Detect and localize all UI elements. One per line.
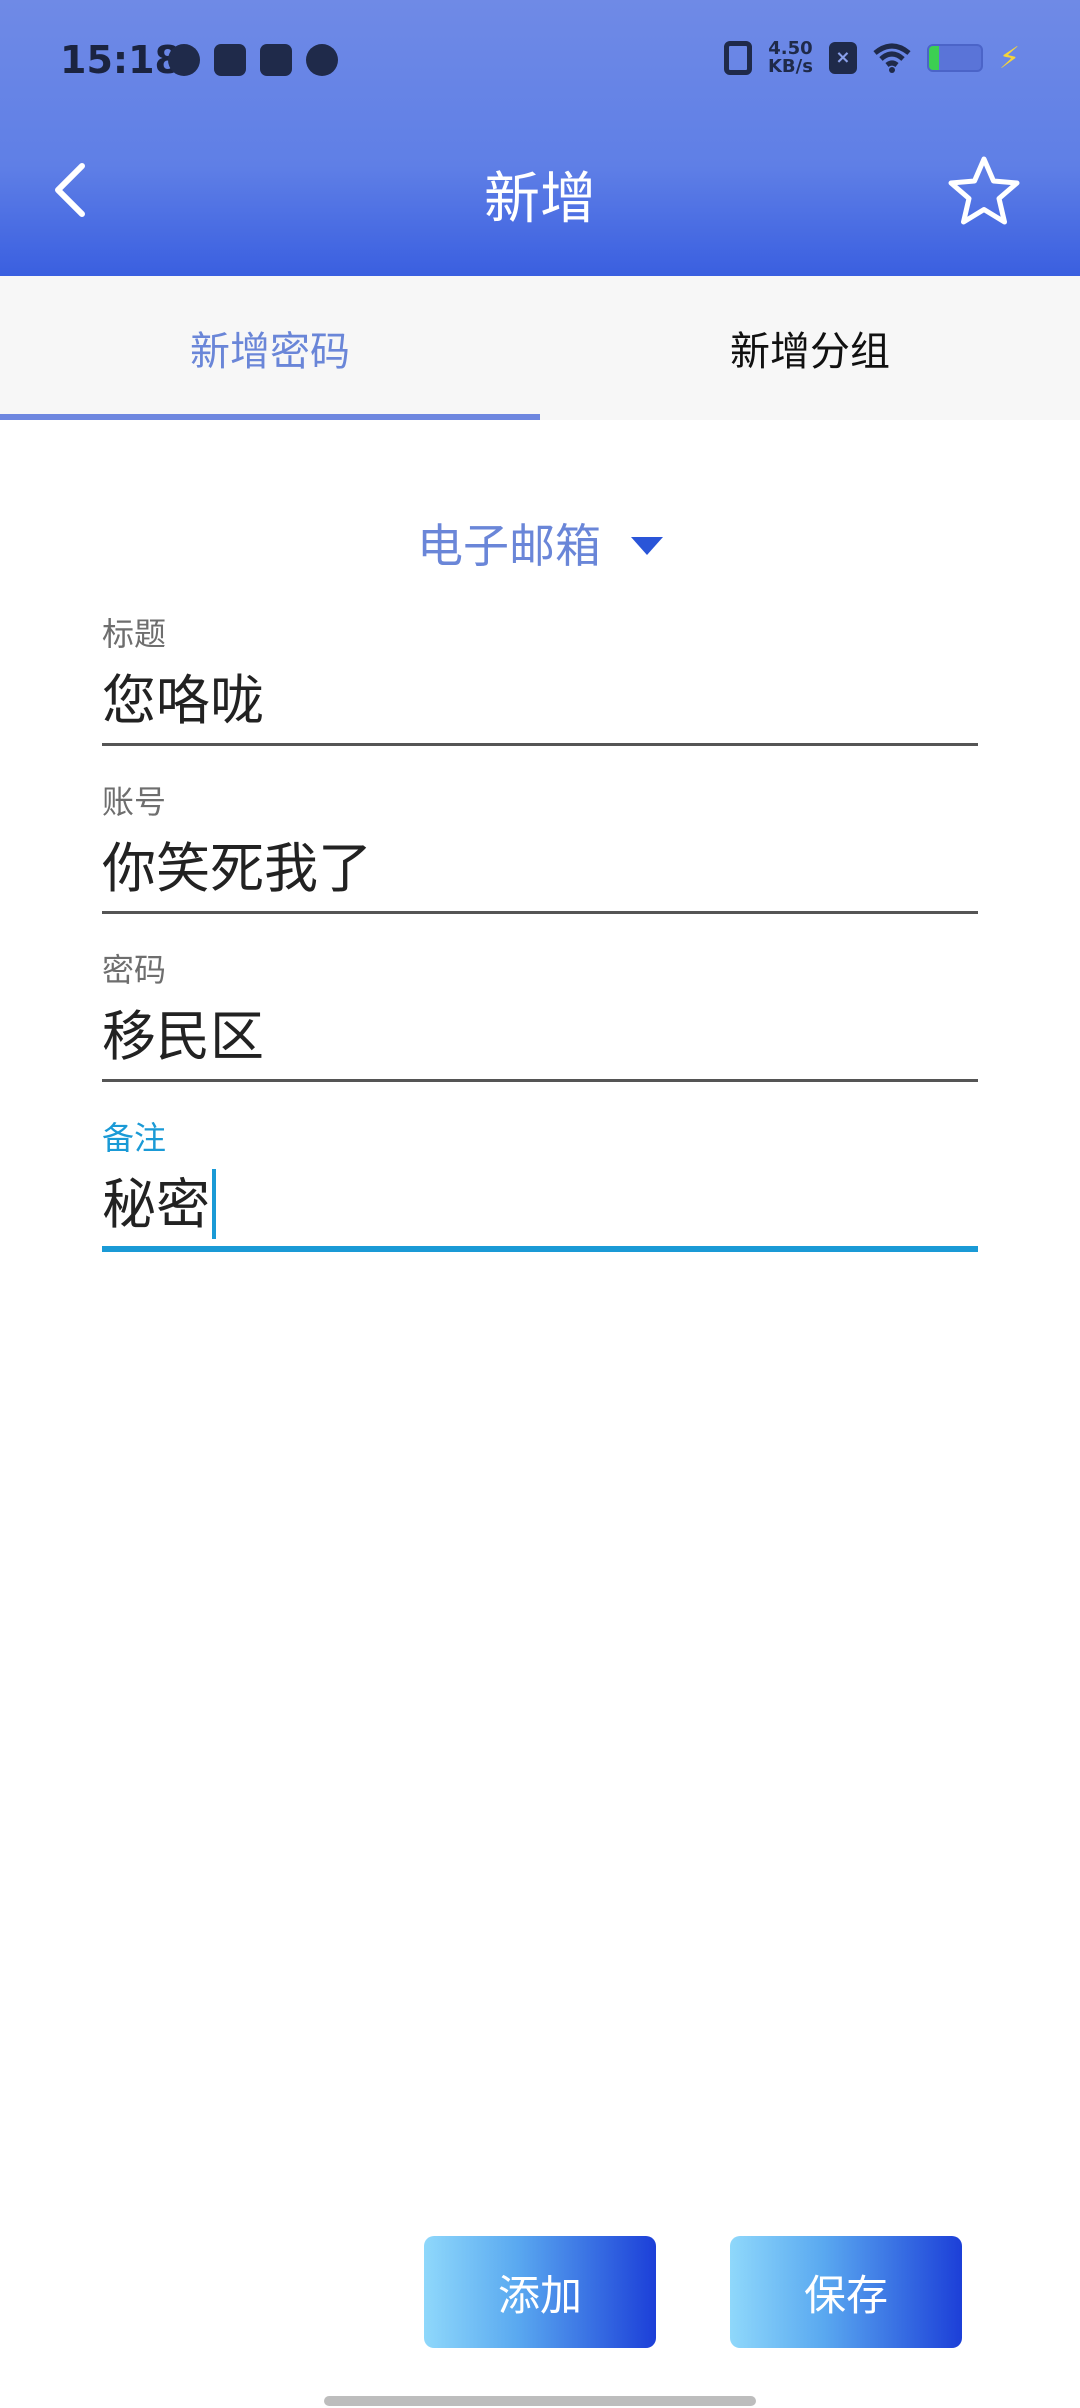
home-indicator[interactable] [324,2396,756,2406]
account-input[interactable]: 你笑死我了 [102,824,978,914]
status-bar: 15:18 4.50 KB/s × ⚡ [0,0,1080,130]
title-input[interactable]: 您咯咙 [102,656,978,746]
network-speed-unit: KB/s [767,56,813,77]
category-dropdown[interactable]: 电子邮箱 [0,510,1080,576]
category-selected-label: 电子邮箱 [417,519,601,573]
password-field[interactable]: 密码 移民区 [102,948,978,1082]
app-notification-icon [168,44,200,76]
cat-notification-icon [306,44,338,76]
note-input-text: 秘密 [102,1173,210,1236]
archive-notification-icon [260,44,292,76]
network-speed: 4.50 KB/s [768,40,813,76]
favorite-button[interactable] [944,152,1024,232]
star-outline-icon [948,156,1020,225]
account-field[interactable]: 账号 你笑死我了 [102,780,978,914]
text-cursor [212,1169,216,1240]
note-label: 备注 [102,1119,167,1157]
password-input[interactable]: 移民区 [102,992,978,1082]
add-button[interactable]: 添加 [424,2236,656,2348]
tab-add-group[interactable]: 新增分组 [540,276,1080,420]
vibrate-icon [723,41,752,75]
title-label: 标题 [102,615,167,653]
status-time: 15:18 [60,38,181,82]
password-label: 密码 [102,951,167,989]
system-icons: 4.50 KB/s × ⚡ [723,40,1020,76]
save-button[interactable]: 保存 [730,2236,962,2348]
no-sim-icon: × [828,42,857,74]
account-label: 账号 [102,783,167,821]
page-title: 新增 [484,167,596,232]
charging-icon: ⚡ [998,40,1020,76]
caret-down-icon [631,537,663,555]
battery-icon [926,44,983,72]
screen: 15:18 4.50 KB/s × ⚡ 新增 新增密码 新增分组 电子邮箱 标题… [0,0,1080,2408]
wifi-icon [873,43,911,73]
notification-icons [168,44,338,76]
note-field[interactable]: 备注 秘密 [102,1116,978,1252]
note-input[interactable]: 秘密 [102,1160,978,1252]
title-field[interactable]: 标题 您咯咙 [102,612,978,746]
message-notification-icon [214,44,246,76]
tab-bar: 新增密码 新增分组 [0,276,1080,420]
app-header: 15:18 4.50 KB/s × ⚡ 新增 [0,0,1080,276]
tab-add-password[interactable]: 新增密码 [0,276,540,420]
